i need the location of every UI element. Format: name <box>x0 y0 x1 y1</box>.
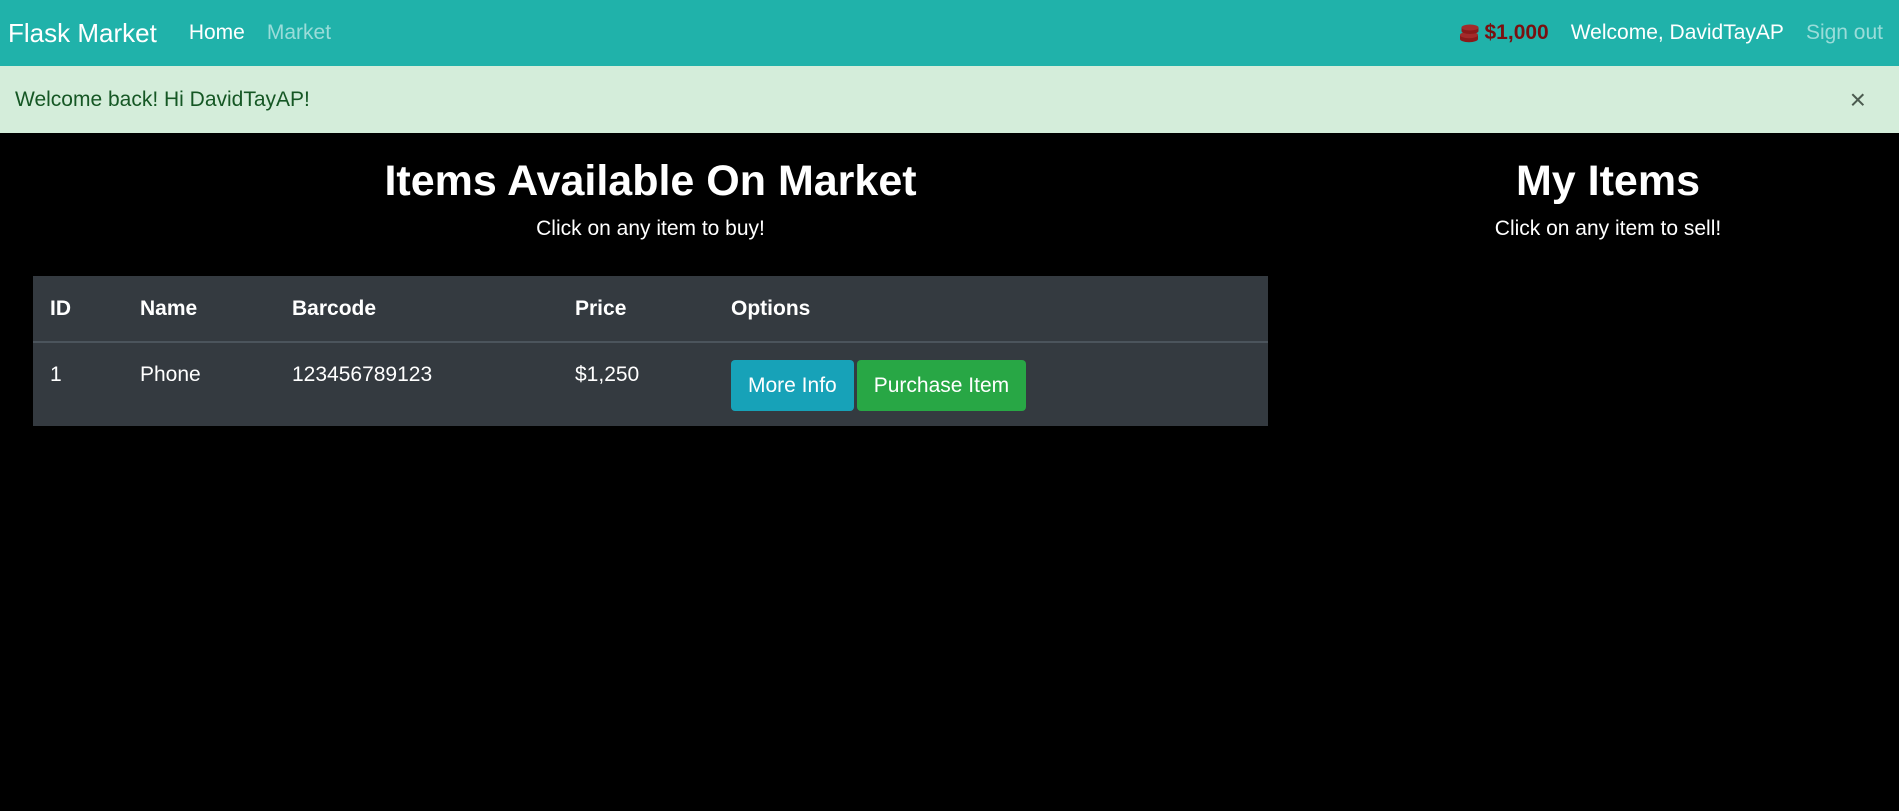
flash-alert: Welcome back! Hi DavidTayAP! × <box>0 66 1899 133</box>
header-options: Options <box>731 296 811 320</box>
nav-link-market[interactable]: Market <box>267 21 331 45</box>
close-icon[interactable]: × <box>1850 85 1884 114</box>
alert-message: Welcome back! Hi DavidTayAP! <box>15 87 310 111</box>
purchase-item-button[interactable]: Purchase Item <box>856 360 1027 411</box>
signout-link[interactable]: Sign out <box>1806 21 1883 45</box>
header-price: Price <box>575 296 627 320</box>
budget-amount: $1,000 <box>1484 21 1549 44</box>
header-id: ID <box>50 296 71 320</box>
coins-icon <box>1457 22 1481 44</box>
owned-items-subtitle: Click on any item to sell! <box>1494 217 1722 240</box>
nav-link-home[interactable]: Home <box>189 21 245 45</box>
table-header-row: ID Name Barcode Price Options <box>33 276 1268 342</box>
cell-price: $1,250 <box>575 363 640 386</box>
market-table: ID Name Barcode Price Options 1 Phone 12… <box>33 276 1268 426</box>
cell-name: Phone <box>140 363 201 386</box>
header-barcode: Barcode <box>292 296 377 320</box>
navbar-right: $1,000 Welcome, DavidTayAP Sign out <box>1457 21 1892 45</box>
navbar: Flask Market Home Market $1,000 Welcome,… <box>0 0 1899 66</box>
market-section: Items Available On Market Click on any i… <box>33 133 1268 241</box>
owned-items-section: My Items Click on any item to sell! <box>1310 133 1899 241</box>
header-name: Name <box>140 296 198 320</box>
table-row: 1 Phone 123456789123 $1,250 More Info Pur… <box>33 342 1268 426</box>
owned-items-title: My Items <box>1515 157 1700 205</box>
market-subtitle: Click on any item to buy! <box>536 217 765 240</box>
welcome-text: Welcome, DavidTayAP <box>1570 21 1784 44</box>
cell-id: 1 <box>50 363 62 386</box>
cell-barcode: 123456789123 <box>292 363 433 386</box>
market-title: Items Available On Market <box>384 157 917 205</box>
user-budget: $1,000 <box>1457 21 1549 45</box>
more-info-button[interactable]: More Info <box>731 360 854 411</box>
cell-options: More Info Purchase Item <box>714 342 1268 426</box>
brand-link[interactable]: Flask Market <box>8 18 157 49</box>
